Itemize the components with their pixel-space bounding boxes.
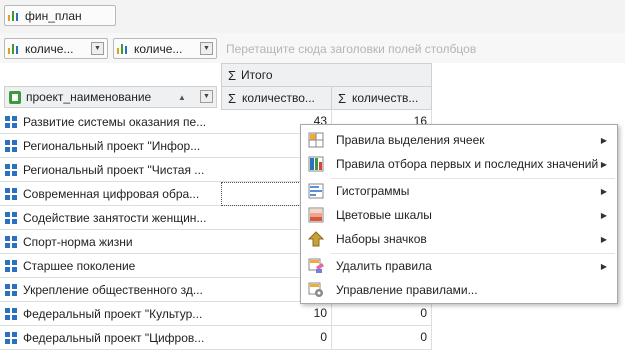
menu-item-data-bars[interactable]: Гистограммы ▶ [302, 180, 616, 202]
highlight-rules-icon [308, 132, 324, 148]
filter-field-label: фин_план [25, 8, 82, 23]
top-bottom-rules-icon [308, 156, 324, 172]
column-field-area: количе... ▼ количе... ▼ Перетащите сюда … [0, 33, 625, 63]
chevron-down-icon[interactable]: ▼ [200, 42, 213, 55]
column-header-2[interactable]: Σ количеств... [331, 86, 432, 110]
selected-cell-outline [221, 182, 301, 206]
column-field-label: количе... [134, 41, 183, 56]
menu-item-top-bottom-rules[interactable]: Правила отбора первых и последних значен… [302, 153, 616, 175]
grid-icon [5, 187, 17, 200]
grid-icon [5, 211, 17, 224]
menu-item-icon-sets[interactable]: Наборы значков ▶ [302, 228, 616, 250]
column-drop-hint: Перетащите сюда заголовки полей столбцов [226, 42, 477, 56]
table-icon [9, 90, 21, 104]
submenu-arrow-icon: ▶ [600, 234, 607, 244]
color-scales-icon [308, 207, 324, 223]
submenu-arrow-icon: ▶ [600, 159, 607, 169]
column-field-chip-1[interactable]: количе... ▼ [4, 38, 108, 59]
row-label: Укрепление общественного зд... [23, 282, 203, 297]
grid-icon [5, 235, 17, 248]
table-row-header[interactable]: Региональный проект "Чистая ... [0, 158, 221, 182]
table-cell[interactable]: 0 [331, 326, 432, 350]
menu-item-color-scales[interactable]: Цветовые шкалы ▶ [302, 204, 616, 226]
submenu-arrow-icon: ▶ [600, 186, 607, 196]
column-field-label: количе... [25, 41, 74, 56]
menu-separator [331, 178, 615, 179]
row-label: Современная цифровая обра... [23, 186, 200, 201]
row-label: Старшее поколение [23, 258, 136, 273]
sigma-icon: Σ [228, 67, 237, 83]
total-header: Σ Итого [221, 63, 432, 87]
submenu-arrow-icon: ▶ [600, 135, 607, 145]
sigma-icon: Σ [338, 90, 347, 106]
row-label: Развитие системы оказания пе... [23, 114, 207, 129]
row-label: Спорт-норма жизни [23, 234, 133, 249]
row-label: Содействие занятости женщин... [23, 210, 207, 225]
column-field-chip-2[interactable]: количе... ▼ [113, 38, 217, 59]
row-field-label: проект_наименование [26, 90, 152, 104]
table-cell[interactable]: 10 [221, 302, 332, 326]
bar-chart-icon [8, 10, 22, 21]
row-label: Региональный проект "Инфор... [23, 138, 201, 153]
menu-item-clear-rules[interactable]: Удалить правила ▶ [302, 255, 616, 277]
column-header-1[interactable]: Σ количество... [221, 86, 332, 110]
table-row-header[interactable]: Спорт-норма жизни [0, 230, 221, 254]
grid-icon [5, 259, 17, 272]
grid-icon [5, 163, 17, 176]
menu-item-highlight-rules[interactable]: Правила выделения ячеек ▶ [302, 129, 616, 151]
row-field-chip[interactable]: проект_наименование ▲ ▼ [4, 86, 217, 108]
total-header-label: Итого [241, 68, 273, 82]
table-row-header[interactable]: Развитие системы оказания пе... [0, 110, 221, 134]
grid-icon [5, 115, 17, 128]
table-row-header[interactable]: Федеральный проект "Цифров... [0, 326, 221, 350]
data-bars-icon [308, 183, 324, 199]
menu-item-manage-rules[interactable]: Управление правилами... [302, 279, 616, 301]
filter-area: фин_план [0, 0, 625, 34]
grid-icon [5, 283, 17, 296]
manage-rules-icon [308, 282, 324, 298]
table-row-header[interactable]: Содействие занятости женщин... [0, 206, 221, 230]
bar-chart-icon [8, 43, 22, 54]
table-cell[interactable]: 0 [221, 326, 332, 350]
table-row-header[interactable]: Федеральный проект "Культур... [0, 302, 221, 326]
table-cell[interactable]: 0 [331, 302, 432, 326]
clear-rules-icon [308, 258, 324, 274]
table-row-header[interactable]: Укрепление общественного зд... [0, 278, 221, 302]
grid-icon [5, 307, 17, 320]
row-label: Региональный проект "Чистая ... [23, 162, 205, 177]
icon-sets-icon [307, 231, 325, 247]
sort-ascending-icon: ▲ [178, 92, 186, 102]
chevron-down-icon[interactable]: ▼ [91, 42, 104, 55]
sigma-icon: Σ [228, 90, 237, 106]
column-header-label: количеств... [352, 91, 419, 105]
menu-separator [331, 253, 615, 254]
grid-icon [5, 139, 17, 152]
submenu-arrow-icon: ▶ [600, 261, 607, 271]
bar-chart-icon [117, 43, 131, 54]
chevron-down-icon[interactable]: ▼ [200, 90, 213, 103]
table-row-header[interactable]: Региональный проект "Инфор... [0, 134, 221, 158]
row-label: Федеральный проект "Цифров... [23, 330, 205, 345]
filter-field-chip[interactable]: фин_план [4, 5, 116, 26]
conditional-format-menu: Правила выделения ячеек ▶ Правила отбора… [300, 124, 618, 304]
column-header-label: количество... [242, 91, 315, 105]
table-row-header[interactable]: Старшее поколение [0, 254, 221, 278]
submenu-arrow-icon: ▶ [600, 210, 607, 220]
row-label: Федеральный проект "Культур... [23, 306, 203, 321]
table-row-header[interactable]: Современная цифровая обра... [0, 182, 221, 206]
